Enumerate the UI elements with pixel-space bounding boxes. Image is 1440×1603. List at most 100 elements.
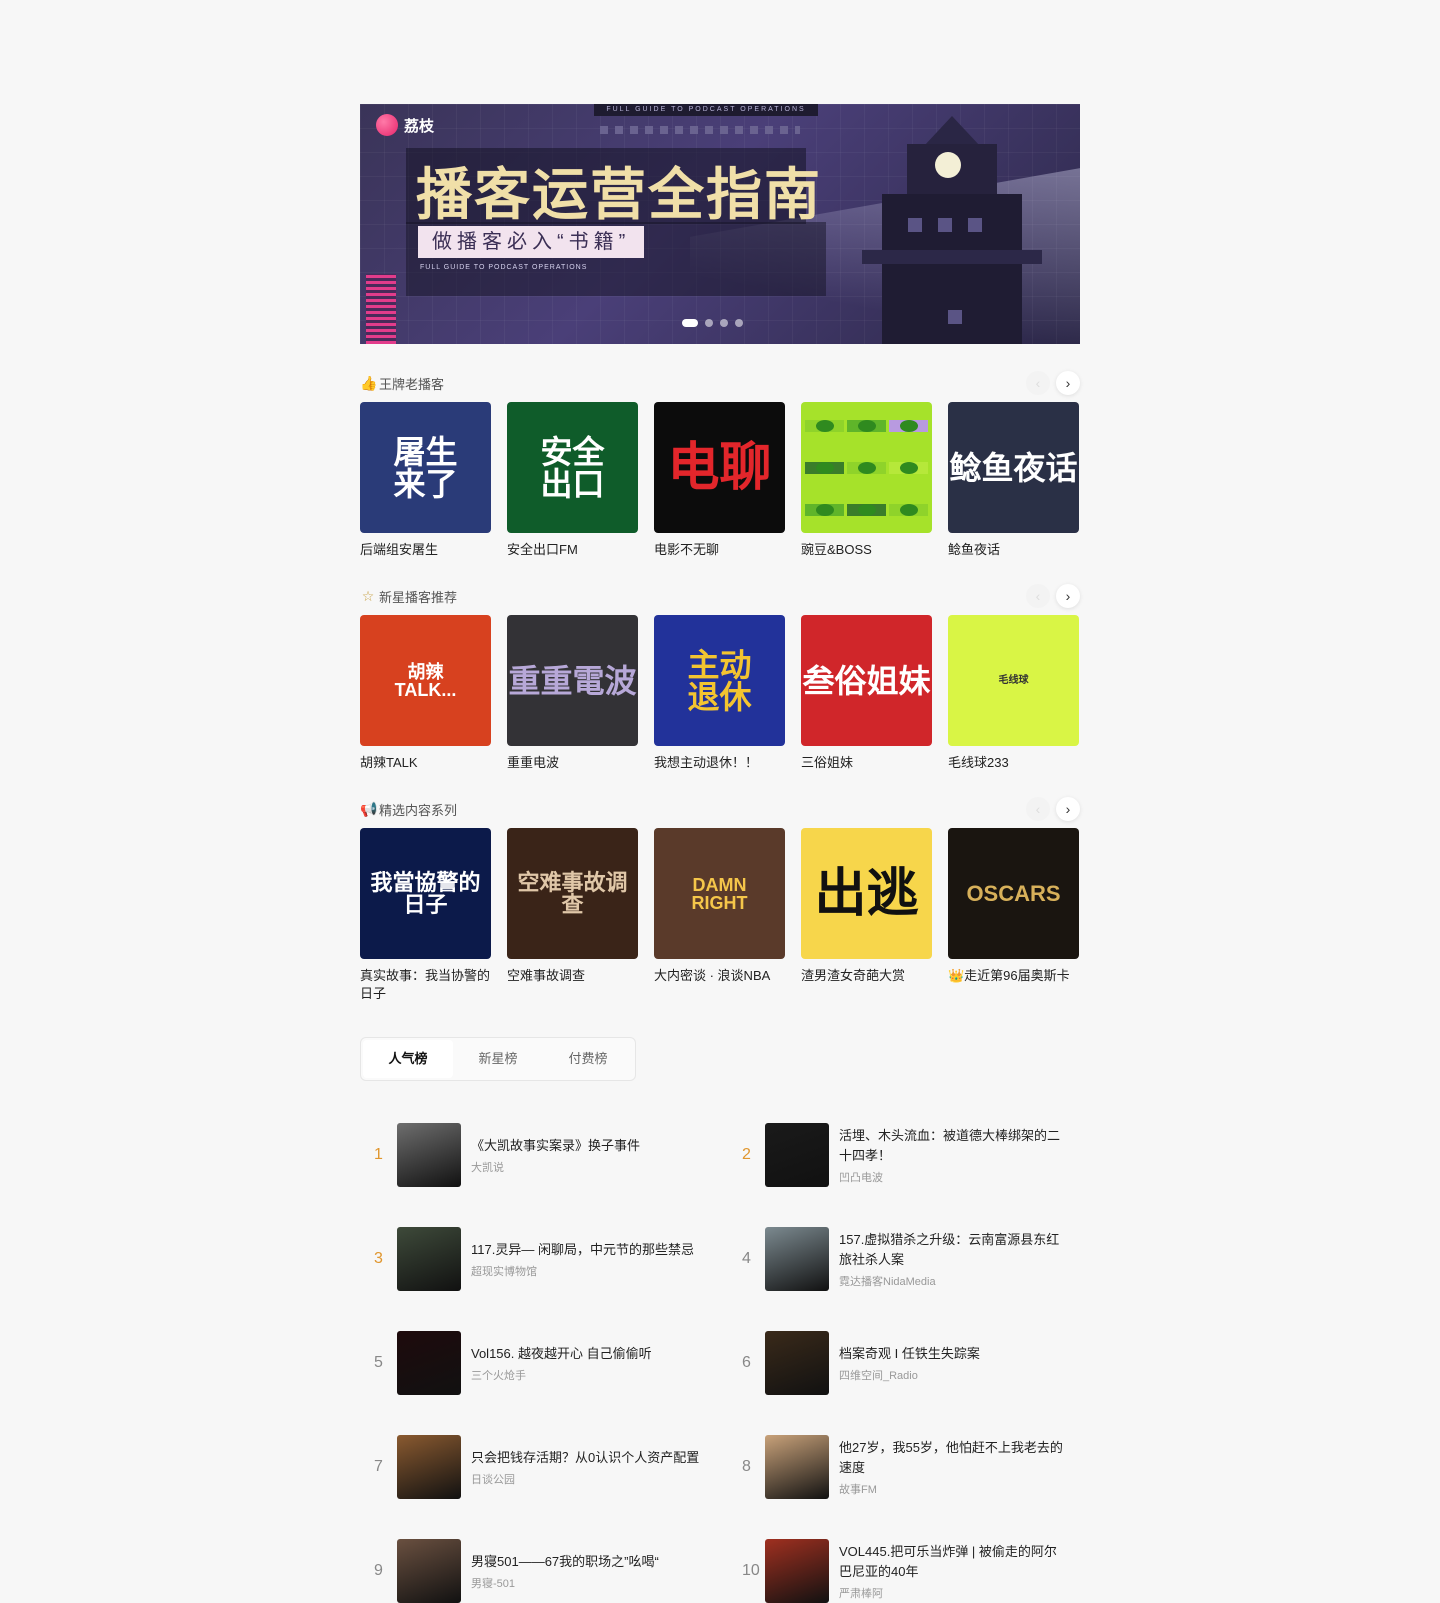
podcast-card[interactable]: DAMN RIGHT 大内密谈 · 浪谈NBA [654, 828, 785, 1003]
podcast-cover[interactable]: 屠生 来了 [360, 402, 491, 533]
prev-arrow-icon[interactable]: ‹ [1026, 797, 1050, 821]
ranking-item[interactable]: 4 157.虚拟猎杀之升级：云南富源县东红旅社杀人案 霓达播客NidaMedia [728, 1227, 1080, 1291]
episode-title[interactable]: 档案奇观 I 任铁生失踪案 [839, 1344, 1069, 1364]
ranking-item[interactable]: 6 档案奇观 I 任铁生失踪案 四维空间_Radio [728, 1331, 1080, 1395]
ranking-item[interactable]: 3 117.灵异— 闲聊局，中元节的那些禁忌 超现实博物馆 [360, 1227, 728, 1291]
podcast-card[interactable]: 空难事故调查 空难事故调查 [507, 828, 638, 1003]
episode-cover[interactable] [397, 1539, 461, 1603]
episode-cover[interactable] [397, 1331, 461, 1395]
episode-cover[interactable] [397, 1435, 461, 1499]
podcast-name[interactable]: 三俗姐妹 [801, 754, 932, 772]
banner-subtitle: 做播客必入“书籍” [418, 226, 645, 258]
podcast-card[interactable]: 电聊 电影不无聊 [654, 402, 785, 559]
podcast-card[interactable]: 安全 出口安全出口FM [507, 402, 638, 559]
next-arrow-icon[interactable]: › [1056, 797, 1080, 821]
ranking-item[interactable]: 8 他27岁，我55岁，他怕赶不上我老去的速度 故事FM [728, 1435, 1080, 1499]
podcast-card[interactable]: 胡辣 TALK... 胡辣TALK [360, 615, 491, 772]
episode-author[interactable]: 三个火炝手 [471, 1367, 701, 1383]
hero-banner[interactable]: FULL GUIDE TO PODCAST OPERATIONS 荔枝 播客运营… [360, 104, 1080, 344]
episode-author[interactable]: 男寝-501 [471, 1575, 701, 1591]
podcast-cover[interactable]: 胡辣 TALK... [360, 615, 491, 746]
podcast-cover[interactable]: 主动 退休 [654, 615, 785, 746]
podcast-name[interactable]: 安全出口FM [507, 541, 638, 559]
carousel-dot[interactable] [735, 319, 743, 327]
episode-cover[interactable] [765, 1227, 829, 1291]
episode-author[interactable]: 四维空间_Radio [839, 1367, 1069, 1383]
episode-cover[interactable] [765, 1331, 829, 1395]
ranking-item[interactable]: 7 只会把钱存活期？从0认识个人资产配置 日谈公园 [360, 1435, 728, 1499]
podcast-name[interactable]: 毛线球233 [948, 754, 1079, 772]
podcast-card[interactable]: 出逃渣男渣女奇葩大赏 [801, 828, 932, 1003]
podcast-cover[interactable]: 毛线球 [948, 615, 1079, 746]
podcast-name[interactable]: 渣男渣女奇葩大赏 [801, 967, 932, 985]
ranking-item[interactable]: 5 Vol156. 越夜越开心 自己偷偷听 三个火炝手 [360, 1331, 728, 1395]
episode-title[interactable]: 117.灵异— 闲聊局，中元节的那些禁忌 [471, 1240, 701, 1260]
podcast-cover[interactable]: 出逃 [801, 828, 932, 959]
next-arrow-icon[interactable]: › [1056, 584, 1080, 608]
podcast-cover[interactable] [801, 402, 932, 533]
episode-title[interactable]: 《大凯故事实案录》换子事件 [471, 1136, 701, 1156]
podcast-cover[interactable]: 安全 出口 [507, 402, 638, 533]
episode-cover[interactable] [765, 1539, 829, 1603]
podcast-card[interactable]: 主动 退休我想主动退休！！ [654, 615, 785, 772]
podcast-card[interactable]: 鲶鱼夜话 鲶鱼夜话 [948, 402, 1079, 559]
podcast-card[interactable]: 屠生 来了后端组安屠生 [360, 402, 491, 559]
ranking-item[interactable]: 9 男寝501——67我的职场之”吆喝“ 男寝-501 [360, 1539, 728, 1603]
tab-popular[interactable]: 人气榜 [363, 1040, 453, 1078]
episode-title[interactable]: 157.虚拟猎杀之升级：云南富源县东红旅社杀人案 [839, 1230, 1069, 1270]
episode-author[interactable]: 严肃棒阿 [839, 1585, 1069, 1601]
podcast-card[interactable]: 重重電波 重重电波 [507, 615, 638, 772]
podcast-name[interactable]: 大内密谈 · 浪谈NBA [654, 967, 785, 985]
ranking-item[interactable]: 2 活埋、木头流血：被道德大棒绑架的二十四孝！ 凹凸电波 [728, 1123, 1080, 1187]
episode-cover[interactable] [765, 1123, 829, 1187]
podcast-name[interactable]: 空难事故调查 [507, 967, 638, 985]
carousel-dot[interactable] [720, 319, 728, 327]
podcast-card[interactable]: 叁俗姐妹 三俗姐妹 [801, 615, 932, 772]
tab-paid[interactable]: 付费榜 [543, 1040, 633, 1078]
podcast-name[interactable]: 胡辣TALK [360, 754, 491, 772]
carousel-dot[interactable] [705, 319, 713, 327]
episode-title[interactable]: 他27岁，我55岁，他怕赶不上我老去的速度 [839, 1438, 1069, 1478]
podcast-name[interactable]: 鲶鱼夜话 [948, 541, 1079, 559]
episode-title[interactable]: 男寝501——67我的职场之”吆喝“ [471, 1552, 701, 1572]
episode-author[interactable]: 凹凸电波 [839, 1169, 1069, 1185]
podcast-card[interactable]: OSCARS 👑走近第96届奥斯卡 [948, 828, 1079, 1003]
episode-title[interactable]: VOL445.把可乐当炸弹 | 被偷走的阿尔巴尼亚的40年 [839, 1542, 1069, 1582]
carousel-dot[interactable] [682, 319, 698, 327]
podcast-name[interactable]: 电影不无聊 [654, 541, 785, 559]
prev-arrow-icon[interactable]: ‹ [1026, 371, 1050, 395]
episode-cover[interactable] [397, 1123, 461, 1187]
podcast-cover[interactable]: 我當協警的日子 [360, 828, 491, 959]
podcast-name[interactable]: 重重电波 [507, 754, 638, 772]
podcast-cover[interactable]: 鲶鱼夜话 [948, 402, 1079, 533]
podcast-name[interactable]: 👑走近第96届奥斯卡 [948, 967, 1079, 985]
episode-cover[interactable] [765, 1435, 829, 1499]
podcast-cover[interactable]: DAMN RIGHT [654, 828, 785, 959]
episode-author[interactable]: 故事FM [839, 1481, 1069, 1497]
prev-arrow-icon[interactable]: ‹ [1026, 584, 1050, 608]
podcast-card[interactable]: 毛线球毛线球233 [948, 615, 1079, 772]
next-arrow-icon[interactable]: › [1056, 371, 1080, 395]
podcast-card[interactable]: 豌豆&BOSS [801, 402, 932, 559]
episode-author[interactable]: 霓达播客NidaMedia [839, 1273, 1069, 1289]
podcast-cover[interactable]: 叁俗姐妹 [801, 615, 932, 746]
ranking-item[interactable]: 10 VOL445.把可乐当炸弹 | 被偷走的阿尔巴尼亚的40年 严肃棒阿 [728, 1539, 1080, 1603]
podcast-cover[interactable]: OSCARS [948, 828, 1079, 959]
episode-author[interactable]: 大凯说 [471, 1159, 701, 1175]
ranking-item[interactable]: 1 《大凯故事实案录》换子事件 大凯说 [360, 1123, 728, 1187]
podcast-cover[interactable]: 电聊 [654, 402, 785, 533]
podcast-cover[interactable]: 空难事故调查 [507, 828, 638, 959]
podcast-name[interactable]: 豌豆&BOSS [801, 541, 932, 559]
episode-cover[interactable] [397, 1227, 461, 1291]
episode-title[interactable]: 只会把钱存活期？从0认识个人资产配置 [471, 1448, 701, 1468]
podcast-card[interactable]: 我當協警的日子真实故事：我当协警的日子 [360, 828, 491, 1003]
episode-title[interactable]: Vol156. 越夜越开心 自己偷偷听 [471, 1344, 701, 1364]
podcast-name[interactable]: 后端组安屠生 [360, 541, 491, 559]
podcast-cover[interactable]: 重重電波 [507, 615, 638, 746]
podcast-name[interactable]: 真实故事：我当协警的日子 [360, 967, 491, 1003]
episode-title[interactable]: 活埋、木头流血：被道德大棒绑架的二十四孝！ [839, 1126, 1069, 1166]
tab-new-star[interactable]: 新星榜 [453, 1040, 543, 1078]
episode-author[interactable]: 超现实博物馆 [471, 1263, 701, 1279]
episode-author[interactable]: 日谈公园 [471, 1471, 701, 1487]
podcast-name[interactable]: 我想主动退休！！ [654, 754, 785, 772]
